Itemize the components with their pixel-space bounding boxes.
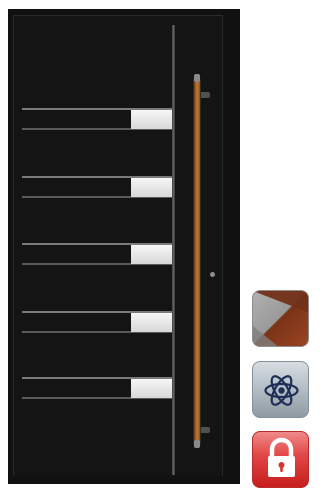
lock-button[interactable]	[252, 431, 309, 488]
handle-cap-top	[194, 74, 200, 82]
color-swatch-icon	[253, 291, 308, 346]
color-swatch-button[interactable]	[252, 290, 309, 347]
atom-icon	[264, 375, 299, 406]
door-inlay-glass	[131, 178, 172, 197]
handle-cap-bottom	[194, 440, 200, 448]
door-inlay-glass	[131, 313, 172, 332]
lock-icon	[268, 437, 295, 477]
door-inlay-glass	[131, 245, 172, 264]
door-handle	[194, 78, 200, 446]
door-lock-dot	[210, 272, 215, 277]
atom-button[interactable]	[252, 361, 309, 418]
door-divider	[172, 25, 175, 475]
door-inlay-glass	[131, 110, 172, 129]
door-inlay-glass	[131, 379, 172, 398]
